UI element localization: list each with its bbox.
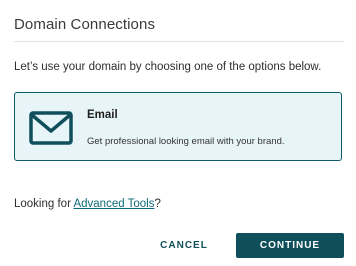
continue-button[interactable]: CONTINUE bbox=[236, 233, 344, 258]
mail-icon bbox=[29, 111, 73, 145]
email-option-card[interactable]: Email Get professional looking email wit… bbox=[14, 92, 342, 161]
advanced-tools-link[interactable]: Advanced Tools bbox=[73, 198, 154, 210]
cancel-button[interactable]: CANCEL bbox=[150, 233, 218, 258]
looking-suffix: ? bbox=[154, 198, 161, 210]
dialog-title: Domain Connections bbox=[14, 16, 156, 33]
looking-prefix: Looking for bbox=[14, 198, 74, 210]
dialog-intro-text: Let’s use your domain by choosing one of… bbox=[14, 61, 322, 73]
email-option-title: Email bbox=[87, 109, 118, 121]
email-option-description: Get professional looking email with your… bbox=[87, 136, 285, 147]
title-divider bbox=[14, 41, 344, 42]
advanced-tools-prompt: Looking for Advanced Tools? bbox=[14, 198, 161, 210]
